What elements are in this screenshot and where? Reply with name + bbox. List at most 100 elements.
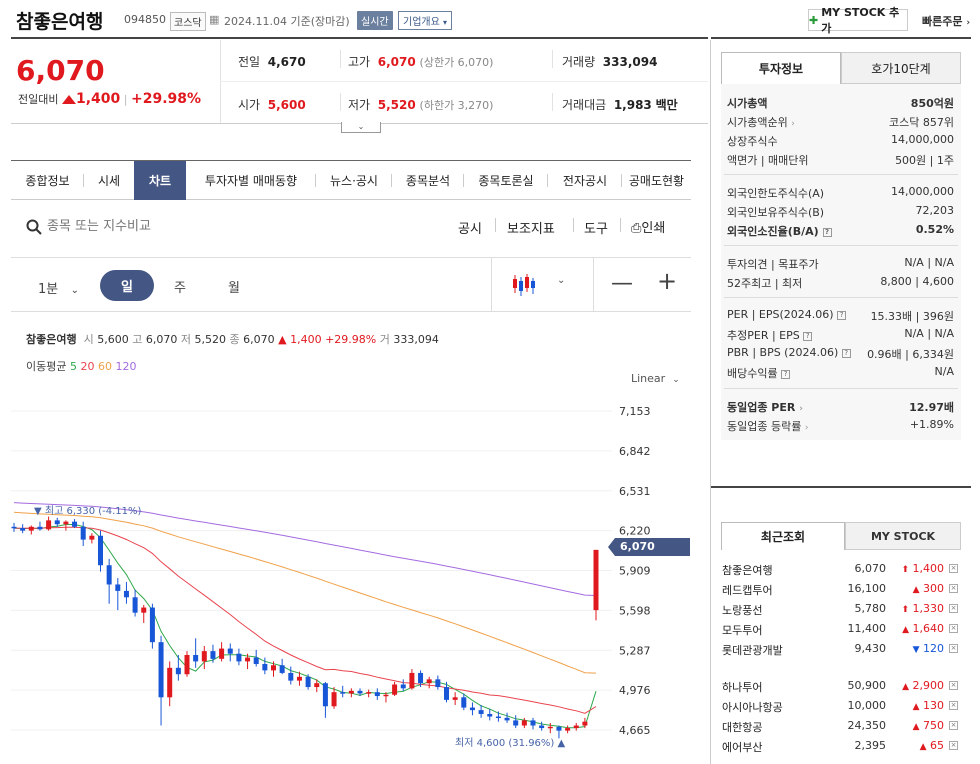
candlestick-type-icon[interactable] <box>511 272 537 298</box>
remove-icon[interactable]: × <box>949 564 958 573</box>
remove-icon[interactable]: × <box>949 624 958 633</box>
price-chart[interactable]: 7,153 6,842 6,531 6,220 5,909 5,598 5,287 4,976… <box>0 395 700 764</box>
tab-mystock[interactable]: MY STOCK <box>845 522 961 550</box>
candle-body <box>158 642 164 698</box>
remove-icon[interactable]: × <box>949 604 958 613</box>
tab-forum[interactable]: 종목토론실 <box>464 161 548 200</box>
remove-icon[interactable]: × <box>949 584 958 593</box>
recent-item-name[interactable]: 하나투어 <box>722 679 762 695</box>
recent-item[interactable]: 대한항공 24,350 ▲ 750 × <box>722 719 958 737</box>
candle-body <box>314 683 320 688</box>
tab-news[interactable]: 뉴스·공시 <box>316 161 392 200</box>
recent-item-change: ▲ 65 <box>919 739 944 752</box>
quote-date: 2024.11.04 기준(장마감) <box>224 15 350 28</box>
y-tick-label: 5,598 <box>619 604 651 617</box>
tab-orderbook[interactable]: 호가10단계 <box>841 52 961 84</box>
realtime-badge[interactable]: 실시간 <box>357 11 393 30</box>
recent-item-name[interactable]: 에어부산 <box>722 739 762 755</box>
compare-search-input[interactable] <box>47 215 347 237</box>
min-price-note: 최저 4,600 (31.96%) ▲ <box>455 738 566 749</box>
remove-icon[interactable]: × <box>949 741 958 750</box>
tools-button[interactable]: 도구 <box>584 218 608 237</box>
plus-icon: ✚ <box>809 13 819 27</box>
recent-item-price: 11,400 <box>847 622 887 635</box>
current-price: 6,070 <box>16 54 105 87</box>
candle-body <box>210 651 216 659</box>
candle-body <box>357 690 363 694</box>
period-month[interactable]: 월 <box>228 277 240 296</box>
tab-disclosure[interactable]: 전자공시 <box>548 161 622 200</box>
candle-body <box>556 726 562 731</box>
tab-bar: 종합정보 시세 차트 투자자별 매매동향 뉴스·공시 종목분석 종목토론실 전자… <box>11 160 691 200</box>
chart-type-dropdown[interactable]: ⌄ <box>557 275 565 286</box>
tab-short-selling[interactable]: 공매도현황 <box>622 161 691 200</box>
candle-body <box>461 697 467 708</box>
zoom-out-button[interactable]: — <box>611 271 633 296</box>
trade-amount: 거래대금 1,983 백만 <box>562 98 678 112</box>
candle-body <box>80 526 86 540</box>
candle-body <box>28 526 34 531</box>
expand-toggle[interactable]: ⌄ <box>341 122 381 133</box>
company-info-dropdown[interactable]: 기업개요 ▾ <box>398 11 453 30</box>
print-button[interactable]: ⎙인쇄 <box>631 217 665 236</box>
tab-quotes[interactable]: 시세 <box>84 161 134 200</box>
candle-body <box>348 690 354 694</box>
recent-item[interactable]: 아시아나항공 10,000 ▲ 130 × <box>722 699 958 717</box>
recent-item-name[interactable]: 참좋은여행 <box>722 562 773 578</box>
remove-icon[interactable]: × <box>949 701 958 710</box>
indicator-button[interactable]: 보조지표 <box>507 218 555 237</box>
candle-body <box>452 697 458 700</box>
add-mystock-button[interactable]: ✚ MY STOCK 추가 <box>808 6 908 35</box>
help-icon[interactable]: ? <box>822 228 832 237</box>
help-icon[interactable]: ? <box>803 332 813 341</box>
quick-order-link[interactable]: 빠른주문 › <box>922 13 970 29</box>
remove-icon[interactable]: × <box>949 644 958 653</box>
stock-name: 참좋은여행 <box>16 11 104 33</box>
tab-invest-info[interactable]: 투자정보 <box>721 52 841 84</box>
recent-item-price: 6,070 <box>854 562 887 575</box>
period-day[interactable]: 일 <box>100 270 154 301</box>
recent-item-name[interactable]: 레드캡투어 <box>722 582 773 598</box>
tab-investor-trends[interactable]: 투자자별 매매동향 <box>186 161 316 200</box>
tab-recent[interactable]: 최근조회 <box>721 522 845 550</box>
compare-search-row: 공시 보조지표 도구 ⎙인쇄 <box>11 206 691 246</box>
y-tick-label: 6,220 <box>619 525 651 538</box>
zoom-in-button[interactable]: + <box>657 267 677 295</box>
remove-icon[interactable]: × <box>949 721 958 730</box>
recent-item-name[interactable]: 롯데관광개발 <box>722 642 783 658</box>
help-icon[interactable]: ? <box>781 370 791 379</box>
moving-average-legend: 이동평균 5 20 60 120 <box>26 360 137 373</box>
candle-body <box>262 663 268 671</box>
recent-item-price: 2,395 <box>854 739 887 752</box>
candle-body <box>271 665 276 671</box>
remove-icon[interactable]: × <box>949 681 958 690</box>
recent-item[interactable]: 참좋은여행 6,070 ⬆ 1,400 × <box>722 562 958 580</box>
recent-item-name[interactable]: 아시아나항공 <box>722 699 783 715</box>
candle-body <box>444 687 449 700</box>
recent-item-name[interactable]: 모두투어 <box>722 622 762 638</box>
recent-item-name[interactable]: 대한항공 <box>722 719 762 735</box>
recent-item-name[interactable]: 노랑풍선 <box>722 602 762 618</box>
recent-item[interactable]: 모두투어 11,400 ▲ 1,640 × <box>722 622 958 640</box>
right-tabs-1: 투자정보 호가10단계 <box>721 52 961 84</box>
recent-item[interactable]: 노랑풍선 5,780 ⬆ 1,330 × <box>722 602 958 620</box>
recent-item-price: 9,430 <box>854 642 887 655</box>
tab-chart[interactable]: 차트 <box>134 161 186 200</box>
pbr-bps-row: PBR | BPS (2024.06) ? 0.96배 | 6,334원 <box>727 346 954 361</box>
recent-item[interactable]: 하나투어 50,900 ▲ 2,900 × <box>722 679 958 697</box>
candle-body <box>530 720 536 726</box>
recent-item[interactable]: 레드캡투어 16,100 ▲ 300 × <box>722 582 958 600</box>
help-icon[interactable]: ? <box>841 349 851 358</box>
candle-body <box>193 654 199 662</box>
search-icon <box>26 219 42 235</box>
period-week[interactable]: 주 <box>174 277 186 296</box>
help-icon[interactable]: ? <box>837 311 847 320</box>
tab-summary[interactable]: 종합정보 <box>11 161 84 200</box>
minute-select[interactable]: 1분 ⌄ <box>38 278 79 297</box>
scale-dropdown[interactable]: Linear ⌄ <box>631 372 680 385</box>
tab-analysis[interactable]: 종목분석 <box>392 161 464 200</box>
recent-item[interactable]: 에어부산 2,395 ▲ 65 × <box>722 739 958 757</box>
recent-item[interactable]: 롯데관광개발 9,430 ▼ 120 × <box>722 642 958 660</box>
recent-item-change: ⬆ 1,330 <box>901 602 944 615</box>
disclosure-toggle[interactable]: 공시 <box>458 218 482 237</box>
